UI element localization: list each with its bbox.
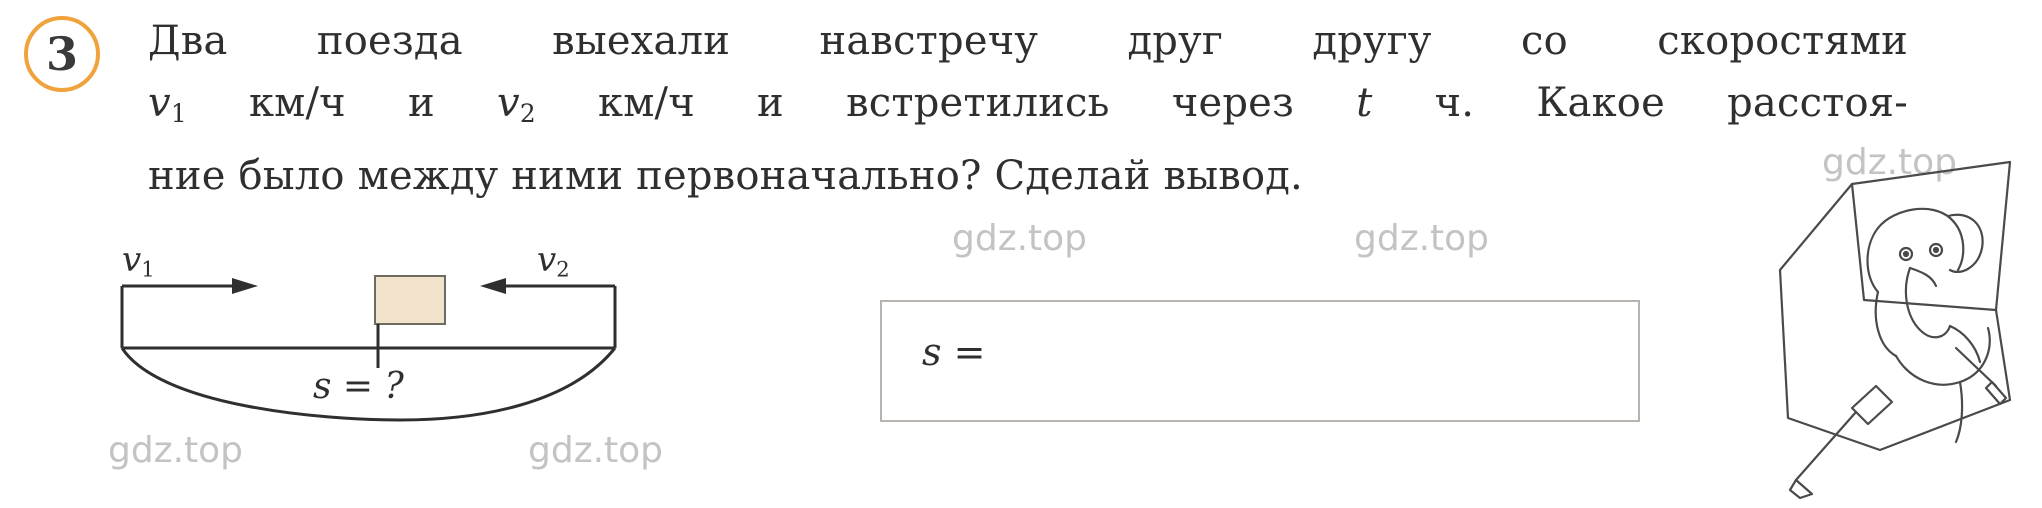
word: ч. [1434,80,1475,126]
problem-statement: Два поезда выехали навстречу друг другу … [148,10,1908,207]
word: Какое [1536,80,1665,126]
right-arrow-head [480,278,506,294]
word: другу [1312,18,1432,64]
diagram-svg [120,275,617,422]
word: навстречу [819,18,1039,64]
problem-line-1: Два поезда выехали навстречу друг другу … [148,10,1908,72]
elephant-svg [1778,160,2012,500]
word: расстоя- [1727,80,1908,126]
watermark: gdz.top [952,218,1088,259]
worksheet-page: 3 Два поезда выехали навстречу друг друг… [0,0,2042,508]
variable-v1: v1 [148,80,187,129]
word: поезда [316,18,463,64]
meeting-point-box [374,275,446,325]
word: скоростями [1657,18,1908,64]
word: друг [1127,18,1223,64]
left-arrow-head [232,278,258,294]
word: и [757,80,784,126]
watermark: gdz.top [1354,218,1490,259]
right-speed-label: v2 [537,240,570,282]
left-arrow-group [120,284,232,348]
word: км/ч [598,80,695,126]
distance-question-label: s = ? [313,366,404,407]
word: Два [148,18,228,64]
exercise-number: 3 [45,27,78,81]
word: через [1171,80,1295,126]
word: км/ч [248,80,346,126]
variable-t: t [1356,80,1373,126]
answer-equation-label: s = [922,330,986,374]
word: выехали [552,18,731,64]
left-speed-label: v1 [122,240,155,282]
problem-line-2: v1 км/ч и v2 км/ч и встретились через t … [148,72,1908,145]
train-diagram: v1 v2 s = ? [100,238,780,478]
word: встретились [846,80,1110,126]
variable-v2: v2 [497,80,536,129]
problem-line-3: ние было между ними первоначально? Сдела… [148,153,1303,200]
exercise-number-badge: 3 [24,16,100,92]
answer-box[interactable]: s = [880,300,1640,422]
right-arrow-group [506,284,617,348]
elephant-illustration [1760,150,2030,500]
word: и [407,80,435,126]
word: со [1521,18,1568,64]
